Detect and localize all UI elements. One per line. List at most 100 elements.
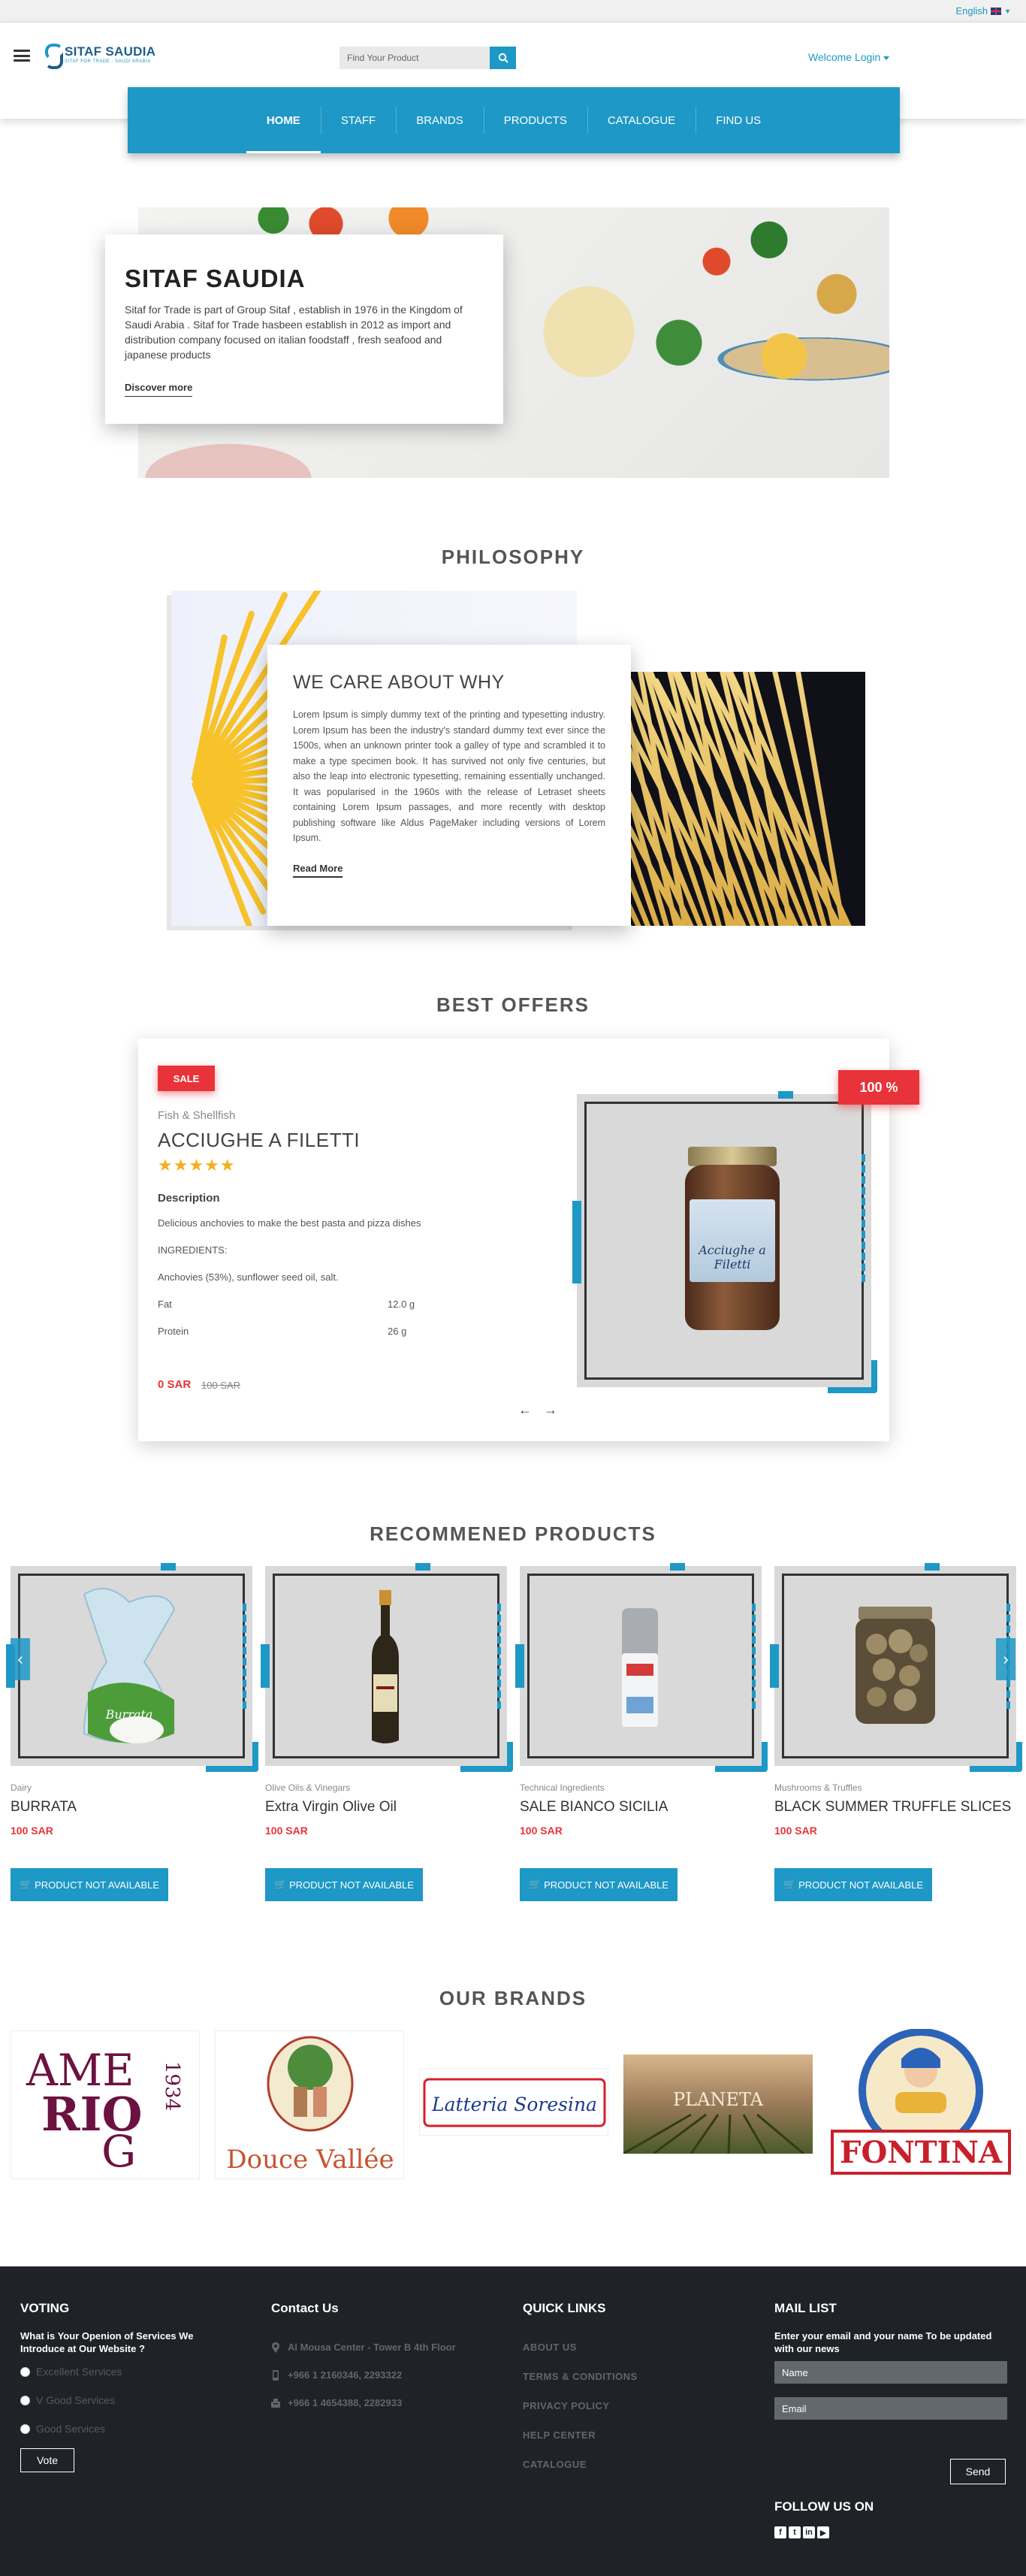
- contact-fax: +966 1 4654388, 2282933: [271, 2397, 456, 2408]
- footer-link-about[interactable]: ABOUT US: [523, 2342, 638, 2353]
- brand-logo-latteria-soresina[interactable]: Latteria Soresina: [419, 2068, 608, 2136]
- read-more-link[interactable]: Read More: [293, 863, 343, 878]
- vote-option-label: Excellent Services: [36, 2366, 122, 2378]
- philosophy-card-title: WE CARE ABOUT WHY: [293, 672, 505, 693]
- quick-links-column: QUICK LINKS ABOUT US TERMS & CONDITIONS …: [523, 2301, 638, 2470]
- svg-text:Latteria Soresina: Latteria Soresina: [431, 2094, 597, 2115]
- address-text: Al Mousa Center - Tower B 4th Floor: [288, 2342, 456, 2353]
- carousel-next-button[interactable]: ›: [996, 1638, 1015, 1680]
- product-image-frame[interactable]: [770, 1563, 1022, 1772]
- footer-link-privacy[interactable]: PRIVACY POLICY: [523, 2400, 638, 2411]
- discover-more-link[interactable]: Discover more: [125, 382, 193, 397]
- location-pin-icon: [272, 2342, 279, 2353]
- facebook-icon[interactable]: f: [774, 2526, 786, 2538]
- send-button[interactable]: Send: [950, 2459, 1006, 2484]
- footer-link-catalogue[interactable]: CATALOGUE: [523, 2459, 638, 2470]
- phone-text: +966 1 2160346, 2293322: [288, 2369, 403, 2381]
- product-name[interactable]: BLACK SUMMER TRUFFLE SLICES: [774, 1799, 1011, 1816]
- offer-old-price: 100 SAR: [201, 1380, 241, 1391]
- twitter-icon[interactable]: t: [789, 2526, 801, 2538]
- product-unavailable-button[interactable]: 🛒 PRODUCT NOT AVAILABLE: [11, 1868, 168, 1901]
- login-dropdown[interactable]: Welcome Login: [808, 51, 889, 63]
- search-icon: [498, 53, 508, 63]
- product-image-frame[interactable]: Burrata: [6, 1563, 258, 1772]
- product-name[interactable]: BURRATA: [11, 1799, 77, 1816]
- prev-arrow-icon[interactable]: ←: [518, 1402, 532, 1418]
- nutrition-value: 26 g: [388, 1326, 407, 1337]
- nutrition-label: Protein: [158, 1326, 189, 1337]
- product-name[interactable]: Extra Virgin Olive Oil: [265, 1799, 397, 1816]
- language-selector[interactable]: English ▼: [955, 5, 1011, 17]
- product-category: Olive Oils & Vinegars: [265, 1782, 351, 1793]
- product-unavailable-button[interactable]: 🛒 PRODUCT NOT AVAILABLE: [265, 1868, 423, 1901]
- offer-card: SALE Fish & Shellfish ACCIUGHE A FILETTI…: [138, 1039, 919, 1441]
- radio-button[interactable]: [20, 2395, 30, 2405]
- best-offers-title: BEST OFFERS: [436, 993, 590, 1016]
- sitaf-logo-icon: [44, 42, 63, 69]
- svg-text:G: G: [101, 2126, 136, 2177]
- ingredients-text: Anchovies (53%), sunflower seed oil, sal…: [158, 1271, 339, 1283]
- sale-badge: SALE: [158, 1066, 215, 1091]
- product-image-frame[interactable]: [515, 1563, 768, 1772]
- vote-option[interactable]: Excellent Services: [20, 2366, 216, 2378]
- product-button-label: PRODUCT NOT AVAILABLE: [35, 1879, 160, 1891]
- nav-staff[interactable]: STAFF: [320, 87, 396, 153]
- search-input[interactable]: [339, 47, 490, 69]
- site-footer: VOTING What is Your Openion of Services …: [0, 2266, 1026, 2576]
- radio-button[interactable]: [20, 2423, 30, 2434]
- nav-catalogue[interactable]: CATALOGUE: [587, 87, 696, 153]
- brand-logo-amerigo[interactable]: AME RIO G 1934: [11, 2030, 200, 2179]
- anchovy-jar-image: Acciughe a Filetti: [685, 1147, 780, 1330]
- site-logo[interactable]: SITAF SAUDIA SITAF FOR TRADE - SAUDI ARA…: [44, 42, 156, 69]
- footer-link-help[interactable]: HELP CENTER: [523, 2429, 638, 2441]
- name-field[interactable]: [774, 2361, 1007, 2384]
- latteria-soresina-logo: Latteria Soresina: [423, 2078, 606, 2127]
- vote-option-label: Good Services: [36, 2423, 105, 2435]
- carousel-prev-button[interactable]: ‹: [11, 1638, 30, 1680]
- nav-find-us[interactable]: FIND US: [696, 87, 781, 153]
- product-name[interactable]: SALE BIANCO SICILIA: [520, 1799, 668, 1816]
- product-image-frame[interactable]: [261, 1563, 513, 1772]
- follow-us-title: FOLLOW US ON: [774, 2499, 874, 2514]
- brand-logo-planeta[interactable]: PLANETA: [623, 2054, 813, 2154]
- main-nav: HOME STAFF BRANDS PRODUCTS CATALOGUE FIN…: [128, 87, 900, 153]
- nav-brands[interactable]: BRANDS: [396, 87, 484, 153]
- fax-text: +966 1 4654388, 2282933: [288, 2397, 403, 2408]
- email-field[interactable]: [774, 2397, 1007, 2420]
- contact-title: Contact Us: [271, 2301, 339, 2315]
- burrata-image: Burrata: [83, 1588, 176, 1743]
- product-button-label: PRODUCT NOT AVAILABLE: [289, 1879, 415, 1891]
- product-price: 100 SAR: [520, 1825, 563, 1837]
- cart-icon: 🛒: [783, 1879, 796, 1890]
- offer-price: 0 SAR: [158, 1378, 192, 1391]
- chevron-down-icon: ▼: [1004, 7, 1011, 15]
- nav-home[interactable]: HOME: [246, 87, 321, 153]
- svg-text:1934: 1934: [161, 2061, 183, 2111]
- product-unavailable-button[interactable]: 🛒 PRODUCT NOT AVAILABLE: [774, 1868, 932, 1901]
- vote-option[interactable]: V Good Services: [20, 2394, 216, 2406]
- youtube-icon[interactable]: ▶: [817, 2526, 829, 2538]
- vote-button[interactable]: Vote: [20, 2448, 74, 2472]
- linkedin-icon[interactable]: in: [803, 2526, 815, 2538]
- brand-logo-fontina[interactable]: FONTINA: [826, 2029, 1015, 2179]
- nav-products[interactable]: PRODUCTS: [483, 87, 587, 153]
- radio-button[interactable]: [20, 2366, 30, 2377]
- svg-text:PLANETA: PLANETA: [673, 2089, 764, 2110]
- footer-link-terms[interactable]: TERMS & CONDITIONS: [523, 2371, 638, 2382]
- product-unavailable-button[interactable]: 🛒 PRODUCT NOT AVAILABLE: [520, 1868, 677, 1901]
- ingredients-label: INGREDIENTS:: [158, 1244, 228, 1256]
- brand-logo-douce-vallee[interactable]: Douce Vallée: [215, 2030, 404, 2179]
- next-arrow-icon[interactable]: →: [544, 1402, 557, 1418]
- product-category: Technical Ingredients: [520, 1782, 605, 1793]
- contact-address: Al Mousa Center - Tower B 4th Floor: [271, 2342, 456, 2353]
- nutrition-label: Fat: [158, 1299, 172, 1310]
- logo-tagline: SITAF FOR TRADE - SAUDI ARABIA: [65, 59, 151, 64]
- vote-option-label: V Good Services: [36, 2394, 116, 2406]
- language-bar: English ▼: [0, 0, 1026, 23]
- offer-product-name[interactable]: ACCIUGHE A FILETTI: [158, 1129, 360, 1152]
- menu-icon[interactable]: [14, 50, 30, 62]
- logo-name: SITAF SAUDIA: [65, 44, 156, 59]
- search-button[interactable]: [490, 47, 516, 69]
- voting-title: VOTING: [20, 2301, 70, 2315]
- vote-option[interactable]: Good Services: [20, 2423, 216, 2435]
